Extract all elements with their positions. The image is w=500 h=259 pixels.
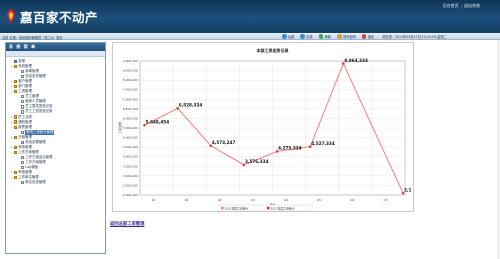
x-tick-label: 02 (218, 198, 222, 202)
logout-link[interactable]: 退出系统 (464, 3, 480, 9)
y-tick-label: 6,000,000 (123, 116, 138, 120)
page-icon (20, 155, 25, 159)
legend-label: 2011年度工资统计 (271, 206, 295, 210)
folder-icon (13, 90, 18, 94)
app-name: 嘉百家不动产 (20, 9, 99, 25)
x-tick-label: 01 (185, 198, 189, 202)
toolbar-button-password[interactable]: 修改密码 (337, 34, 356, 39)
sidebar-item-label: 单位信息管理 (25, 180, 46, 185)
data-label: 4,275,334 (278, 146, 302, 151)
page-icon (20, 100, 25, 104)
link-separator: | (460, 3, 462, 9)
top-links: 后台首页 | 退出系统 (443, 3, 480, 9)
page-icon (20, 165, 25, 170)
y-tick-label: 6,500,000 (123, 107, 138, 111)
page-icon (20, 110, 25, 114)
y-tick-label: 5,000,000 (123, 136, 138, 140)
y-tick-label: 4,000,000 (123, 155, 138, 159)
series-line (144, 62, 404, 194)
y-tick-label: 8,500,000 (123, 69, 138, 73)
y-tick-label: 9,000,000 (123, 59, 138, 63)
chart-title: 本部工资走势记录 (256, 47, 289, 53)
refresh-icon (318, 34, 324, 39)
x-tick-label: 03 (251, 198, 255, 202)
legend-swatch (221, 206, 224, 210)
folder-icon (13, 150, 18, 154)
folder-icon (13, 80, 18, 84)
x-tick-label: 12 (152, 198, 156, 202)
sidebar-title: 系 统 菜 单 (6, 43, 105, 51)
toolbar: 当前 位置：系统组织管理员（员工A）首页 后退 前进 刷新 修改密码 退出 现在是：201… (0, 33, 500, 40)
home-link[interactable]: 后台首页 (443, 3, 459, 9)
folder-icon (13, 125, 18, 129)
folder-icon (13, 135, 18, 139)
toolbar-button-label: 刷新 (324, 35, 332, 39)
y-axis-label: 工资金额 (117, 122, 122, 134)
folder-icon (13, 115, 18, 119)
toolbar-button-back[interactable]: 后退 (282, 34, 294, 39)
y-tick-label: 5,500,000 (123, 126, 138, 130)
page-icon (20, 70, 25, 74)
data-label: 4,527,334 (311, 141, 335, 146)
data-label: 4,573,247 (212, 140, 236, 145)
breadcrumb: 当前 位置：系统组织管理员（员工A）首页 (2, 35, 63, 40)
back-icon (282, 34, 287, 39)
logo-icon (7, 9, 15, 23)
toolbar-button-label: 后退 (288, 35, 295, 39)
y-tick-label: 7,500,000 (123, 88, 138, 92)
folder-icon (13, 120, 18, 124)
page-icon (20, 140, 25, 144)
folder-icon (13, 170, 18, 175)
x-tick-label: 04 (284, 198, 288, 202)
y-tick-label: 2,000,000 (123, 193, 138, 197)
data-label: 5,648,454 (146, 119, 170, 124)
toolbar-button-label: 前进 (306, 35, 313, 39)
chart-panel: 本部工资走势记录 2,000,000 2,500,000 3,000,000 3,500… (112, 42, 414, 212)
legend-label: 2011年度工资统计 (225, 206, 249, 210)
toolbar-button-forward[interactable]: 前进 (300, 34, 313, 39)
toolbar-buttons: 后退 前进 刷新 修改密码 退出 现在是：2011年09月27日 10:10:59 星期二 (282, 34, 447, 39)
page-icon (20, 95, 25, 99)
sidebar-item[interactable]: 单位信息管理 (10, 180, 105, 185)
root-icon (13, 59, 18, 64)
sidebar: 系 统 菜 单 菜单 − 系统管理 新闻管理 信息发布管理 + 客户管理 + 部门管理 − 工资管理… (5, 42, 106, 254)
folder-icon (13, 64, 18, 69)
forward-icon (300, 34, 305, 39)
x-tick-label: 06 (350, 198, 354, 202)
toolbar-button-logout[interactable]: 退出 (361, 34, 375, 39)
top-header: 嘉百家不动产 后台首页 | 退出系统 (0, 0, 500, 33)
folder-icon (13, 176, 18, 180)
toolbar-button-label: 修改密码 (343, 35, 356, 39)
y-tick-label: 8,000,000 (123, 78, 138, 82)
folder-icon (13, 145, 18, 149)
y-tick-label: 7,000,000 (123, 97, 138, 101)
y-tick-label: 4,500,000 (123, 145, 138, 149)
page-icon (20, 160, 25, 165)
data-label: 6,528,334 (179, 103, 203, 108)
clock-text: 现在是：2011年09月27日 10:10:59 星期二 (382, 35, 447, 39)
legend-swatch (267, 206, 270, 210)
page-icon (20, 181, 25, 185)
data-label: 8,864,334 (344, 58, 368, 63)
folder-icon (13, 85, 18, 89)
menu-tree: 菜单 − 系统管理 新闻管理 信息发布管理 + 客户管理 + 部门管理 − 工资管理 员工管理 租房人员… (6, 57, 105, 185)
y-tick-label: 3,000,000 (123, 174, 138, 178)
data-label: 2,1 (404, 187, 412, 192)
password-icon (337, 34, 342, 39)
y-tick-label: 2,500,000 (123, 183, 138, 187)
x-tick-label: 07 (384, 198, 388, 202)
x-tick-label: 05 (317, 198, 321, 202)
page-icon (20, 75, 25, 79)
page-icon (20, 130, 25, 134)
logo: 嘉百家不动产 (5, 6, 98, 26)
logout-icon (361, 34, 367, 39)
salary-line-chart: 本部工资走势记录 2,000,000 2,500,000 3,000,000 3,500… (117, 47, 412, 212)
toolbar-button-label: 退出 (367, 35, 375, 39)
page-icon (20, 105, 25, 109)
report-link[interactable]: 返回总部工资管理 (110, 221, 144, 227)
app-window: 嘉百家不动产 后台首页 | 退出系统 当前 位置：系统组织管理员（员工A）首页 … (0, 0, 500, 259)
toolbar-button-refresh[interactable]: 刷新 (318, 34, 332, 39)
data-label: 3,576,334 (245, 159, 269, 164)
y-tick-label: 3,500,000 (123, 164, 138, 168)
